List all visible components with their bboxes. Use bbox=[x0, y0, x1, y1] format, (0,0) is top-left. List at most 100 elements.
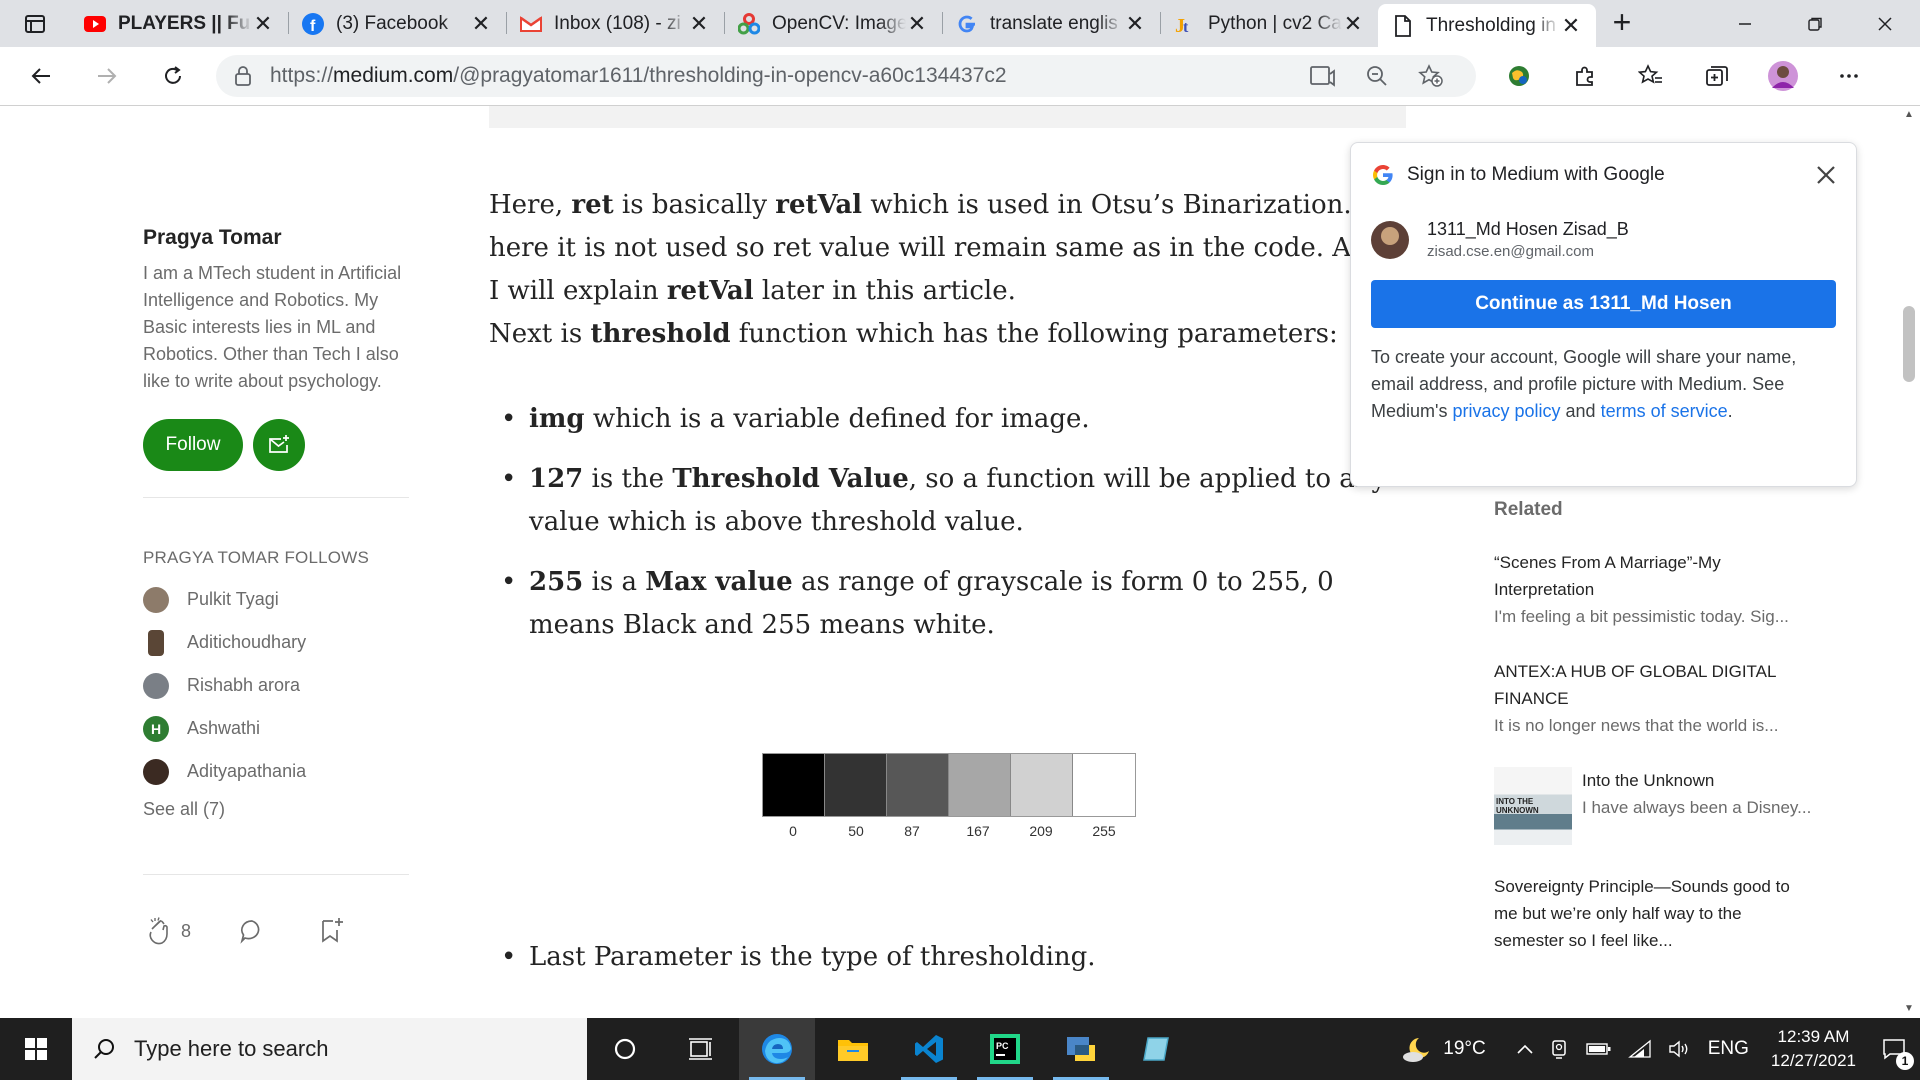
pycharm-icon: PC bbox=[990, 1034, 1020, 1064]
tab-close-icon[interactable]: ✕ bbox=[688, 12, 710, 35]
tab-close-icon[interactable]: ✕ bbox=[470, 12, 492, 35]
thumbnail-text: INTO THE UNKNOWN bbox=[1496, 797, 1539, 815]
tab-title: Inbox (108) - zi bbox=[554, 12, 681, 34]
cortana-icon bbox=[614, 1038, 636, 1060]
taskbar-vscode[interactable] bbox=[891, 1018, 967, 1080]
tab-close-icon[interactable]: ✕ bbox=[1342, 12, 1364, 35]
taskbar-app[interactable] bbox=[1119, 1018, 1195, 1080]
scroll-up-arrow[interactable]: ▲ bbox=[1898, 106, 1920, 124]
tab-close-icon[interactable]: ✕ bbox=[252, 12, 274, 35]
add-favorite-button[interactable] bbox=[1404, 64, 1458, 88]
tab-facebook[interactable]: f (3) Facebook ✕ bbox=[288, 0, 506, 47]
tab-youtube[interactable]: PLAYERS || Full ✕ bbox=[70, 0, 288, 47]
lock-icon[interactable] bbox=[234, 65, 252, 87]
bookmark-button[interactable] bbox=[319, 917, 345, 945]
tab-javatpoint[interactable]: Jt Python | cv2 Ca ✕ bbox=[1160, 0, 1378, 47]
responses-button[interactable] bbox=[239, 918, 265, 944]
related-item[interactable]: INTO THE UNKNOWN Into the Unknown I have… bbox=[1494, 767, 1814, 845]
tab-actions-button[interactable] bbox=[0, 0, 70, 47]
restore-button[interactable] bbox=[1780, 0, 1850, 47]
popup-header: Sign in to Medium with Google bbox=[1351, 143, 1856, 207]
tab-google-translate[interactable]: translate englis ✕ bbox=[942, 0, 1160, 47]
related-item[interactable]: “Scenes From A Marriage”-My Interpretati… bbox=[1494, 549, 1814, 630]
follows-list-item[interactable]: Rishabh arora bbox=[143, 664, 413, 707]
avatar bbox=[1371, 220, 1409, 259]
extension-button[interactable] bbox=[1486, 47, 1552, 106]
related-item[interactable]: ANTEX:A HUB OF GLOBAL DIGITAL FINANCE It… bbox=[1494, 658, 1814, 739]
cortana-button[interactable] bbox=[587, 1018, 663, 1080]
grayscale-label: 50 bbox=[848, 823, 864, 839]
forward-button[interactable] bbox=[74, 47, 140, 106]
start-button[interactable] bbox=[0, 1018, 72, 1080]
taskbar-python[interactable] bbox=[1043, 1018, 1119, 1080]
clock[interactable]: 12:39 AM 12/27/2021 bbox=[1757, 1025, 1870, 1073]
follows-list-item[interactable]: H Ashwathi bbox=[143, 707, 413, 750]
tab-opencv[interactable]: OpenCV: Image ✕ bbox=[724, 0, 942, 47]
language-indicator[interactable]: ENG bbox=[1700, 1038, 1757, 1060]
tab-close-icon[interactable]: ✕ bbox=[1560, 14, 1582, 37]
tab-close-icon[interactable]: ✕ bbox=[1124, 12, 1146, 35]
bold-span: Threshold Value bbox=[672, 464, 909, 494]
folder-icon bbox=[838, 1040, 868, 1061]
follows-list-item[interactable]: Aditichoudhary bbox=[143, 621, 413, 664]
minimize-button[interactable] bbox=[1710, 0, 1780, 47]
task-view-button[interactable] bbox=[663, 1018, 739, 1080]
taskbar-edge[interactable] bbox=[739, 1018, 815, 1080]
bold-span: retVal bbox=[775, 190, 863, 220]
back-button[interactable] bbox=[8, 47, 74, 106]
clock-time: 12:39 AM bbox=[1777, 1027, 1850, 1046]
grayscale-label: 0 bbox=[789, 823, 797, 839]
close-icon[interactable] bbox=[1816, 165, 1836, 185]
tab-title: PLAYERS || Full bbox=[118, 12, 252, 34]
close-window-button[interactable] bbox=[1850, 0, 1920, 47]
collections-button[interactable] bbox=[1684, 47, 1750, 106]
see-all-link[interactable]: See all (7) bbox=[143, 799, 413, 820]
refresh-button[interactable] bbox=[140, 47, 206, 106]
clap-button[interactable]: 8 bbox=[143, 915, 191, 947]
weather-widget[interactable]: 19°C bbox=[1393, 1035, 1493, 1063]
author-bio: I am a MTech student in Artificial Intel… bbox=[143, 263, 402, 391]
new-tab-button[interactable]: + bbox=[1596, 0, 1648, 47]
immersive-reader-icon bbox=[1310, 66, 1335, 87]
taskbar-file-explorer[interactable] bbox=[815, 1018, 891, 1080]
subscribe-email-button[interactable] bbox=[253, 419, 305, 471]
battery-button[interactable] bbox=[1578, 1041, 1620, 1057]
tab-close-icon[interactable]: ✕ bbox=[906, 12, 928, 35]
notifications-button[interactable]: 1 bbox=[1870, 1018, 1920, 1080]
privacy-policy-link[interactable]: privacy policy bbox=[1452, 401, 1560, 421]
follow-button[interactable]: Follow bbox=[143, 419, 243, 471]
more-horizontal-icon bbox=[1840, 74, 1858, 78]
address-bar: https://medium.com/@pragyatomar1611/thre… bbox=[0, 47, 1920, 106]
related-item[interactable]: Sovereignty Principle—Sounds good to me … bbox=[1494, 873, 1814, 954]
meet-now-button[interactable] bbox=[1542, 1039, 1578, 1059]
favorites-button[interactable] bbox=[1618, 47, 1684, 106]
follows-list-item[interactable]: Adityapathania bbox=[143, 750, 413, 793]
tab-thresholding-active[interactable]: Thresholding in ✕ bbox=[1378, 4, 1596, 47]
opencv-icon bbox=[738, 12, 760, 35]
profile-button[interactable] bbox=[1750, 47, 1816, 106]
taskbar-pycharm[interactable]: PC bbox=[967, 1018, 1043, 1080]
follows-list-item[interactable]: Pulkit Tyagi bbox=[143, 578, 413, 621]
clap-count: 8 bbox=[181, 920, 192, 941]
tab-title: (3) Facebook bbox=[336, 12, 448, 34]
volume-button[interactable] bbox=[1660, 1039, 1700, 1059]
author-name[interactable]: Pragya Tomar bbox=[143, 226, 413, 250]
scrollbar[interactable]: ▲ ▼ bbox=[1898, 106, 1920, 1018]
continue-as-button[interactable]: Continue as 1311_Md Hosen bbox=[1371, 280, 1836, 328]
network-button[interactable] bbox=[1620, 1039, 1660, 1059]
mail-plus-icon bbox=[269, 435, 289, 453]
scrollbar-thumb[interactable] bbox=[1903, 306, 1915, 382]
scroll-down-arrow[interactable]: ▼ bbox=[1898, 1000, 1920, 1018]
read-aloud-button[interactable] bbox=[1296, 64, 1350, 88]
terms-of-service-link[interactable]: terms of service bbox=[1601, 401, 1728, 421]
extensions-button[interactable] bbox=[1552, 47, 1618, 106]
settings-menu-button[interactable] bbox=[1816, 47, 1882, 106]
taskbar-search-box[interactable]: Type here to search bbox=[72, 1018, 587, 1080]
tab-gmail[interactable]: Inbox (108) - zi ✕ bbox=[506, 0, 724, 47]
related-snippet: I'm feeling a bit pessimistic today. Sig… bbox=[1494, 607, 1789, 626]
show-hidden-icons-button[interactable] bbox=[1508, 1043, 1542, 1055]
url-bar[interactable]: https://medium.com/@pragyatomar1611/thre… bbox=[216, 55, 1476, 97]
text-span: Next is bbox=[489, 319, 591, 349]
account-row[interactable]: 1311_Md Hosen Zisad_B zisad.cse.en@gmail… bbox=[1351, 219, 1856, 260]
zoom-button[interactable] bbox=[1350, 64, 1404, 88]
